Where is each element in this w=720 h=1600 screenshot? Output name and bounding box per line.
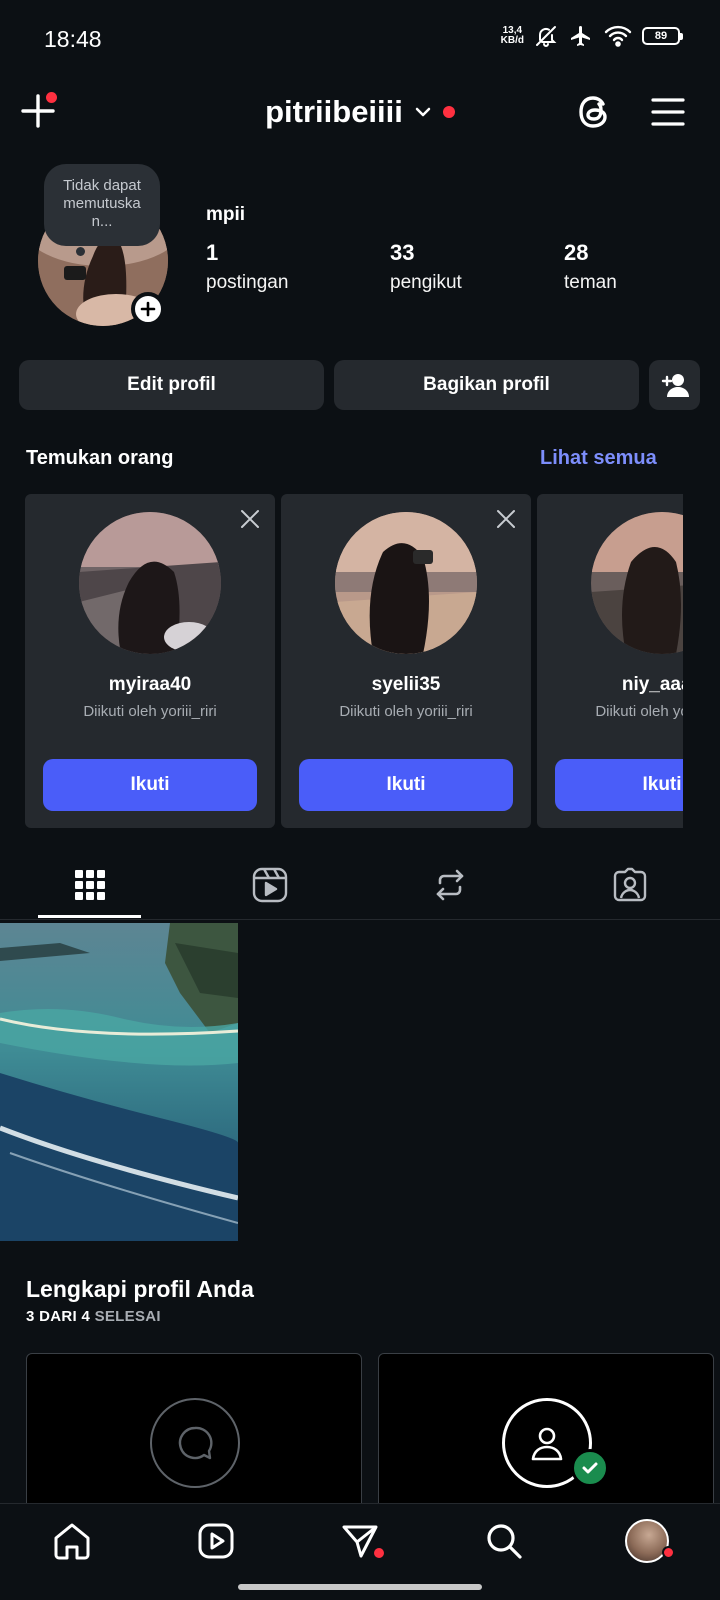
post-thumbnail[interactable]	[0, 923, 238, 1241]
close-icon[interactable]	[239, 508, 261, 530]
follow-button[interactable]: Ikuti	[299, 759, 513, 811]
suggestion-avatar[interactable]	[591, 512, 683, 654]
suggestion-card[interactable]: niy_aaav Diikuti oleh yoriii_riri Ikuti	[537, 494, 683, 828]
tab-reels[interactable]	[180, 850, 360, 920]
nav-search[interactable]	[481, 1518, 527, 1564]
nav-reels[interactable]	[193, 1518, 239, 1564]
search-icon	[487, 1524, 522, 1559]
suggestion-subtitle: Diikuti oleh yoriii_riri	[83, 703, 217, 720]
completed-check-icon	[571, 1449, 609, 1487]
person-icon	[531, 1427, 563, 1461]
reels-icon	[252, 867, 288, 903]
follow-button[interactable]: Ikuti	[555, 759, 683, 811]
note-text: Tidak dapat memutuska n...	[63, 177, 141, 230]
bell-off-icon	[536, 26, 557, 47]
stat-posts-label: postingan	[206, 272, 289, 293]
suggestion-username[interactable]: syelii35	[281, 674, 531, 696]
share-profile-button[interactable]: Bagikan profil	[334, 360, 639, 410]
profile-display-name: mpii	[206, 204, 246, 225]
note-bubble[interactable]: Tidak dapat memutuska n...	[44, 164, 160, 246]
account-notification-dot	[442, 106, 455, 118]
progress-count: 3 DARI 4	[26, 1308, 91, 1325]
network-speed: 13,4 KB/d	[500, 25, 524, 46]
chevron-down-icon	[415, 107, 431, 117]
task-card-bio[interactable]	[26, 1353, 362, 1513]
stat-friends-value: 28	[564, 240, 589, 265]
stat-friends[interactable]: 28 teman	[564, 240, 617, 294]
plus-icon	[140, 301, 156, 317]
status-icons: 13,4 KB/d 89	[500, 24, 683, 48]
suggestion-photo	[335, 512, 477, 654]
suggestion-avatar[interactable]	[79, 512, 221, 654]
add-story-button[interactable]	[131, 292, 165, 326]
suggested-users-carousel[interactable]: myiraa40 Diikuti oleh yoriii_riri Ikuti …	[25, 494, 683, 830]
tab-reposts[interactable]	[360, 850, 540, 920]
stat-followers-value: 33	[390, 240, 415, 265]
home-icon	[54, 1523, 90, 1560]
suggestion-card[interactable]: myiraa40 Diikuti oleh yoriii_riri Ikuti	[25, 494, 275, 828]
task-card-profile-photo[interactable]	[378, 1353, 714, 1513]
grid-icon	[75, 870, 105, 900]
task-icon-circle	[150, 1398, 240, 1488]
reposts-icon	[436, 869, 464, 901]
airplane-icon	[571, 26, 590, 46]
nav-home[interactable]	[49, 1518, 95, 1564]
post-image	[0, 923, 238, 1241]
status-bar: 18:48 13,4 KB/d 89	[0, 0, 720, 80]
active-tab-indicator	[38, 915, 141, 918]
menu-icon[interactable]	[650, 94, 686, 130]
complete-profile-title: Lengkapi profil Anda	[26, 1276, 254, 1302]
username-title: pitriibeiiii	[265, 94, 403, 129]
discover-people-button[interactable]	[649, 360, 700, 410]
stat-posts[interactable]: 1 postingan	[206, 240, 288, 294]
tab-posts-grid[interactable]	[0, 850, 180, 920]
status-time: 18:48	[44, 26, 102, 52]
profile-header: pitriibeiiii	[0, 80, 720, 146]
discover-title: Temukan orang	[26, 447, 174, 469]
suggestion-username[interactable]: niy_aaav	[537, 674, 683, 696]
suggestion-card[interactable]: syelii35 Diikuti oleh yoriii_riri Ikuti	[281, 494, 531, 828]
wifi-icon	[604, 25, 632, 47]
reels-icon	[198, 1523, 234, 1559]
suggestion-avatar[interactable]	[335, 512, 477, 654]
note-bubble-tail	[76, 247, 85, 256]
tab-tagged[interactable]	[540, 850, 720, 920]
close-icon[interactable]	[495, 508, 517, 530]
stat-posts-value: 1	[206, 240, 219, 265]
speech-bubble-icon	[178, 1426, 213, 1460]
stat-friends-label: teman	[564, 272, 617, 293]
home-indicator	[238, 1584, 482, 1590]
edit-profile-button[interactable]: Edit profil	[19, 360, 324, 410]
suggestion-username[interactable]: myiraa40	[25, 674, 275, 696]
progress-label: SELESAI	[94, 1308, 161, 1325]
stat-followers[interactable]: 33 pengikut	[390, 240, 462, 294]
threads-icon[interactable]	[574, 91, 616, 133]
profile-notification-dot	[662, 1546, 675, 1559]
suggestion-subtitle: Diikuti oleh yoriii_riri	[339, 703, 473, 720]
suggestion-subtitle: Diikuti oleh yoriii_riri	[595, 703, 683, 720]
see-all-link[interactable]: Lihat semua	[540, 447, 657, 470]
battery-icon: 89	[642, 27, 683, 45]
stat-followers-label: pengikut	[390, 272, 462, 293]
suggestion-photo	[79, 512, 221, 654]
suggestion-photo	[591, 512, 683, 654]
tagged-icon	[613, 867, 647, 902]
messages-notification-dot	[374, 1548, 384, 1558]
follow-button[interactable]: Ikuti	[43, 759, 257, 811]
complete-profile-progress: 3 DARI 4 SELESAI	[26, 1308, 161, 1325]
add-person-icon	[661, 374, 689, 397]
profile-tabs	[0, 850, 720, 920]
